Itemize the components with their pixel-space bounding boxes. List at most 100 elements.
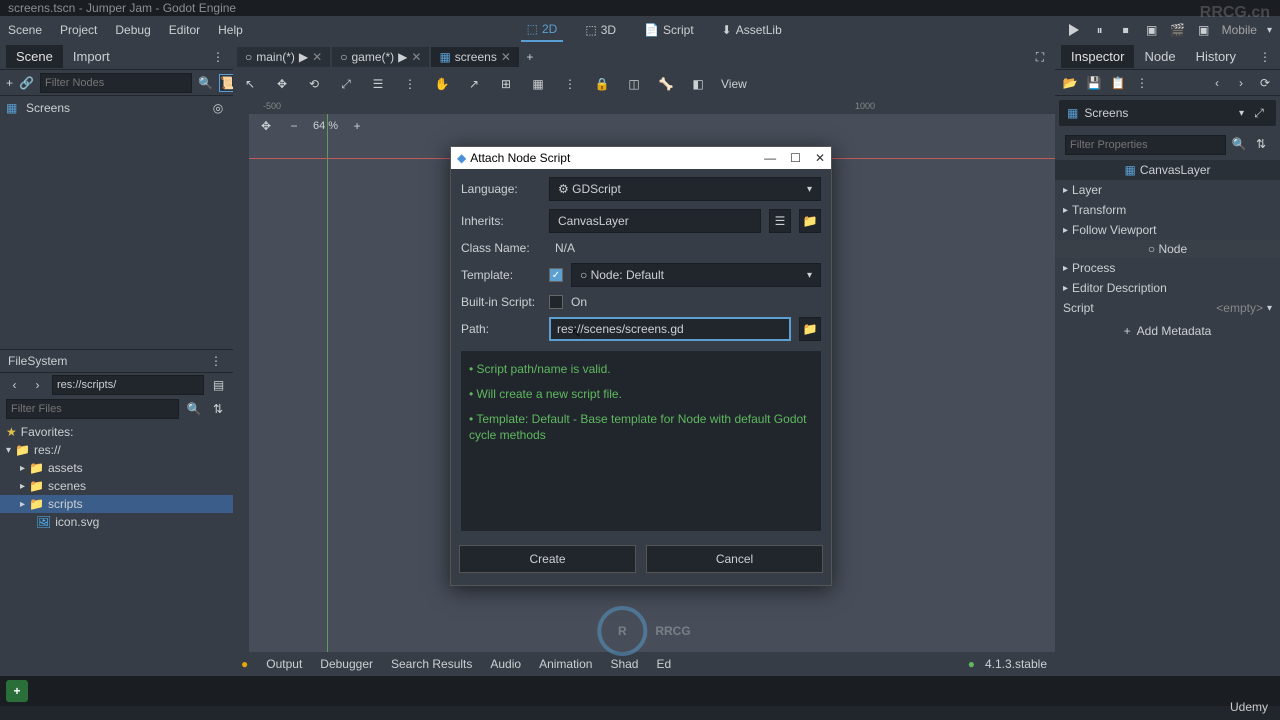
node-section[interactable]: ○ Node bbox=[1055, 240, 1280, 258]
fs-favorites[interactable]: ★Favorites: bbox=[0, 423, 233, 441]
view-menu[interactable]: View bbox=[721, 77, 747, 91]
workspace-assetlib[interactable]: ⬇AssetLib bbox=[716, 19, 788, 41]
workspace-2d[interactable]: ⬚2D bbox=[521, 18, 564, 42]
bone-tool[interactable]: 🦴 bbox=[657, 75, 675, 93]
fs-view-toggle[interactable]: ▤ bbox=[210, 376, 227, 394]
play-button[interactable] bbox=[1066, 22, 1082, 38]
panel-search[interactable]: Search Results bbox=[391, 657, 472, 671]
scene-root-node[interactable]: ▦ Screens ◎ bbox=[0, 96, 233, 120]
prop-follow-viewport[interactable]: ▸Follow Viewport bbox=[1055, 220, 1280, 240]
close-icon[interactable]: ✕ bbox=[411, 50, 421, 64]
tab-import[interactable]: Import bbox=[63, 45, 120, 68]
distraction-free-icon[interactable]: ⛶ bbox=[1031, 48, 1049, 66]
taskbar-app-icon[interactable]: + bbox=[6, 680, 28, 702]
panel-debugger[interactable]: Debugger bbox=[320, 657, 373, 671]
expand-all-button[interactable]: ⤢ bbox=[1250, 104, 1268, 122]
prop-process[interactable]: ▸Process bbox=[1055, 258, 1280, 278]
add-node-button[interactable]: + bbox=[6, 74, 13, 92]
history-forward[interactable]: › bbox=[1232, 74, 1250, 92]
menu-debug[interactable]: Debug bbox=[115, 23, 150, 37]
scene-tab-screens[interactable]: ▦screens✕ bbox=[431, 47, 518, 67]
panel-animation[interactable]: Animation bbox=[539, 657, 592, 671]
close-icon[interactable]: ✕ bbox=[312, 50, 322, 64]
template-checkbox[interactable]: ✓ bbox=[549, 268, 563, 282]
link-button[interactable]: 🔗 bbox=[19, 74, 34, 92]
fs-forward-button[interactable]: › bbox=[29, 376, 46, 394]
remote-button[interactable]: ▣ bbox=[1144, 22, 1160, 38]
lock-tool[interactable]: 🔒 bbox=[593, 75, 611, 93]
tab-scene[interactable]: Scene bbox=[6, 45, 63, 68]
dock-menu-icon[interactable]: ⋮ bbox=[209, 48, 227, 66]
refresh-button[interactable]: ⟳ bbox=[1256, 74, 1274, 92]
open-resource-button[interactable]: 📂 bbox=[1061, 74, 1079, 92]
visibility-icon[interactable]: ◎ bbox=[209, 99, 227, 117]
workspace-3d[interactable]: ⬚3D bbox=[579, 19, 622, 41]
menu-project[interactable]: Project bbox=[60, 23, 97, 37]
pan-tool[interactable]: ✋ bbox=[433, 75, 451, 93]
workspace-script[interactable]: 📄Script bbox=[638, 19, 700, 41]
minimize-button[interactable]: — bbox=[764, 151, 776, 165]
zoom-in-button[interactable]: + bbox=[348, 117, 366, 135]
copy-resource-button[interactable]: 📋 bbox=[1109, 74, 1127, 92]
class-header[interactable]: ▦ CanvasLayer bbox=[1055, 160, 1280, 180]
scale-tool[interactable]: ⤢ bbox=[337, 75, 355, 93]
tool-menu[interactable]: ⋮ bbox=[401, 75, 419, 93]
search-icon[interactable]: 🔍 bbox=[1230, 135, 1248, 153]
panel-audio[interactable]: Audio bbox=[490, 657, 521, 671]
snap-tool[interactable]: ⊞ bbox=[497, 75, 515, 93]
stop-button[interactable]: ⏹ bbox=[1118, 22, 1134, 38]
fs-folder-scripts[interactable]: ▸📁scripts bbox=[0, 495, 233, 513]
fs-sort-icon[interactable]: ⇅ bbox=[209, 400, 227, 418]
group-tool[interactable]: ◫ bbox=[625, 75, 643, 93]
prop-script[interactable]: Script <empty> ▾ bbox=[1055, 298, 1280, 318]
rotate-tool[interactable]: ⟲ bbox=[305, 75, 323, 93]
fs-folder-assets[interactable]: ▸📁assets bbox=[0, 459, 233, 477]
add-tab-button[interactable]: + bbox=[521, 48, 539, 66]
play-custom-button[interactable]: ▣ bbox=[1196, 22, 1212, 38]
add-metadata-button[interactable]: + Add Metadata bbox=[1055, 318, 1280, 344]
path-browse-button[interactable]: 📁 bbox=[799, 317, 821, 341]
inspector-filter-input[interactable] bbox=[1065, 135, 1226, 155]
template-dropdown[interactable]: ○ Node: Default ▾ bbox=[571, 263, 821, 287]
center-icon[interactable]: ✥ bbox=[257, 117, 275, 135]
list-tool[interactable]: ☰ bbox=[369, 75, 387, 93]
fs-filter-input[interactable] bbox=[6, 399, 179, 419]
close-button[interactable]: ✕ bbox=[815, 151, 825, 165]
renderer-dropdown[interactable]: Mobile bbox=[1222, 23, 1257, 37]
inherits-menu-button[interactable]: ☰ bbox=[769, 209, 791, 233]
cancel-button[interactable]: Cancel bbox=[646, 545, 823, 573]
close-icon[interactable]: ✕ bbox=[501, 50, 511, 64]
save-resource-button[interactable]: 💾 bbox=[1085, 74, 1103, 92]
inherits-field[interactable]: CanvasLayer bbox=[549, 209, 761, 233]
fs-search-icon[interactable]: 🔍 bbox=[185, 400, 203, 418]
tab-node[interactable]: Node bbox=[1134, 45, 1185, 68]
fs-root[interactable]: ▾📁res:// bbox=[0, 441, 233, 459]
fs-path-input[interactable] bbox=[52, 375, 204, 395]
builtin-checkbox[interactable] bbox=[549, 295, 563, 309]
scene-filter-input[interactable] bbox=[40, 73, 192, 93]
inspector-menu[interactable]: ⋮ bbox=[1133, 74, 1151, 92]
menu-help[interactable]: Help bbox=[218, 23, 243, 37]
play-scene-button[interactable]: 🎬 bbox=[1170, 22, 1186, 38]
filter-menu[interactable]: ⇅ bbox=[1252, 135, 1270, 153]
panel-shader[interactable]: Shad bbox=[610, 657, 638, 671]
maximize-button[interactable]: ☐ bbox=[790, 151, 801, 165]
scene-tab-game[interactable]: ○game(*)▶✕ bbox=[332, 47, 429, 67]
inspector-node-name[interactable]: ▦ Screens ▾ ⤢ bbox=[1059, 100, 1276, 126]
prop-layer[interactable]: ▸Layer bbox=[1055, 180, 1280, 200]
scene-tab-main[interactable]: ○main(*)▶✕ bbox=[237, 47, 330, 67]
search-icon[interactable]: 🔍 bbox=[198, 74, 213, 92]
pause-button[interactable]: ⏸ bbox=[1092, 22, 1108, 38]
prop-editor-desc[interactable]: ▸Editor Description bbox=[1055, 278, 1280, 298]
grid-tool[interactable]: ▦ bbox=[529, 75, 547, 93]
zoom-level[interactable]: 64 % bbox=[313, 120, 338, 132]
language-dropdown[interactable]: ⚙ GDScript ▾ bbox=[549, 177, 821, 201]
zoom-out-button[interactable]: − bbox=[285, 117, 303, 135]
inspector-dock-menu[interactable]: ⋮ bbox=[1256, 48, 1274, 66]
path-input[interactable] bbox=[549, 317, 791, 341]
play-scene-icon[interactable]: ▶ bbox=[299, 50, 308, 64]
history-back[interactable]: ‹ bbox=[1208, 74, 1226, 92]
ruler-tool[interactable]: ↗ bbox=[465, 75, 483, 93]
create-button[interactable]: Create bbox=[459, 545, 636, 573]
fs-file-icon[interactable]: 🖼icon.svg bbox=[0, 513, 233, 531]
